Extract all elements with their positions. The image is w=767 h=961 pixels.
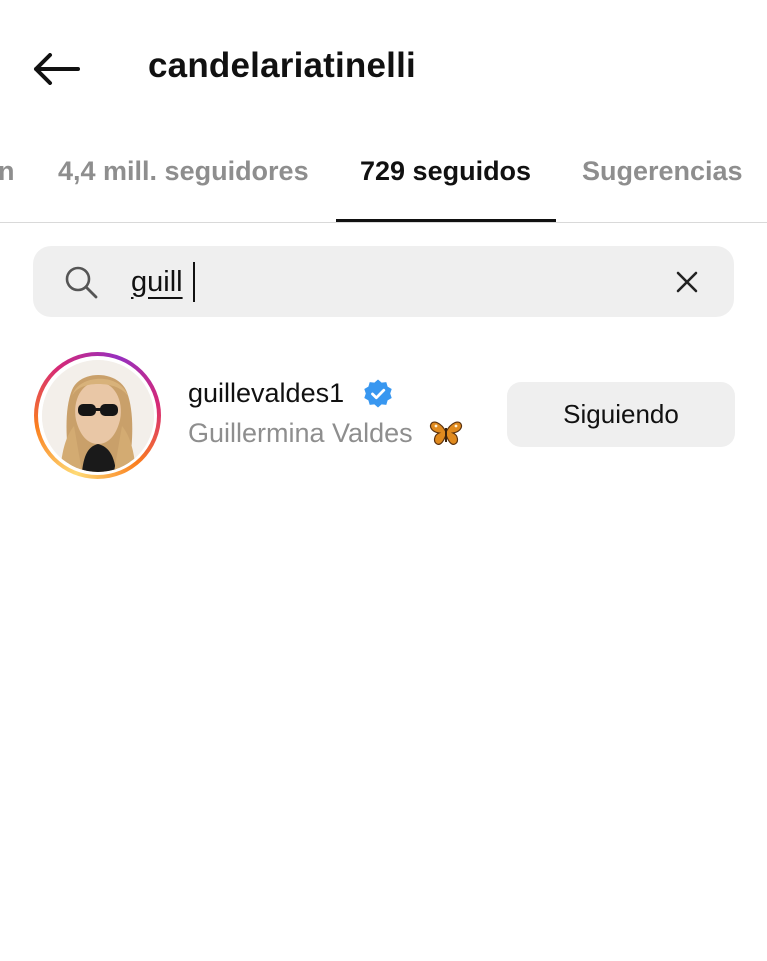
search-bar[interactable]: [33, 246, 734, 317]
tab-followers[interactable]: 4,4 mill. seguidores: [58, 156, 309, 187]
page-title: candelariatinelli: [148, 46, 416, 85]
search-icon: [65, 266, 98, 299]
active-tab-indicator: [336, 219, 556, 222]
text-caret: [193, 262, 195, 302]
username[interactable]: guillevaldes1: [188, 378, 344, 409]
back-button[interactable]: [28, 44, 84, 94]
close-icon: [676, 271, 698, 293]
list-item[interactable]: guillevaldes1 Guillermina Valdes Siguien…: [0, 340, 767, 490]
search-input[interactable]: [131, 260, 651, 304]
following-button[interactable]: Siguiendo: [507, 382, 735, 447]
full-name: Guillermina Valdes: [188, 418, 413, 448]
butterfly-icon: [429, 421, 463, 445]
avatar: [41, 359, 154, 472]
tab-partial[interactable]: n: [0, 156, 15, 187]
tab-bar: n 4,4 mill. seguidores 729 seguidos Suge…: [0, 140, 767, 223]
tab-suggestions[interactable]: Sugerencias: [582, 156, 743, 187]
back-arrow-icon: [34, 53, 80, 85]
tab-following[interactable]: 729 seguidos: [360, 156, 531, 187]
top-bar: candelariatinelli: [0, 0, 767, 135]
clear-search-button[interactable]: [669, 264, 705, 300]
profile-photo: [41, 359, 154, 472]
story-ring[interactable]: [34, 352, 161, 479]
verified-badge-icon: [364, 379, 392, 408]
